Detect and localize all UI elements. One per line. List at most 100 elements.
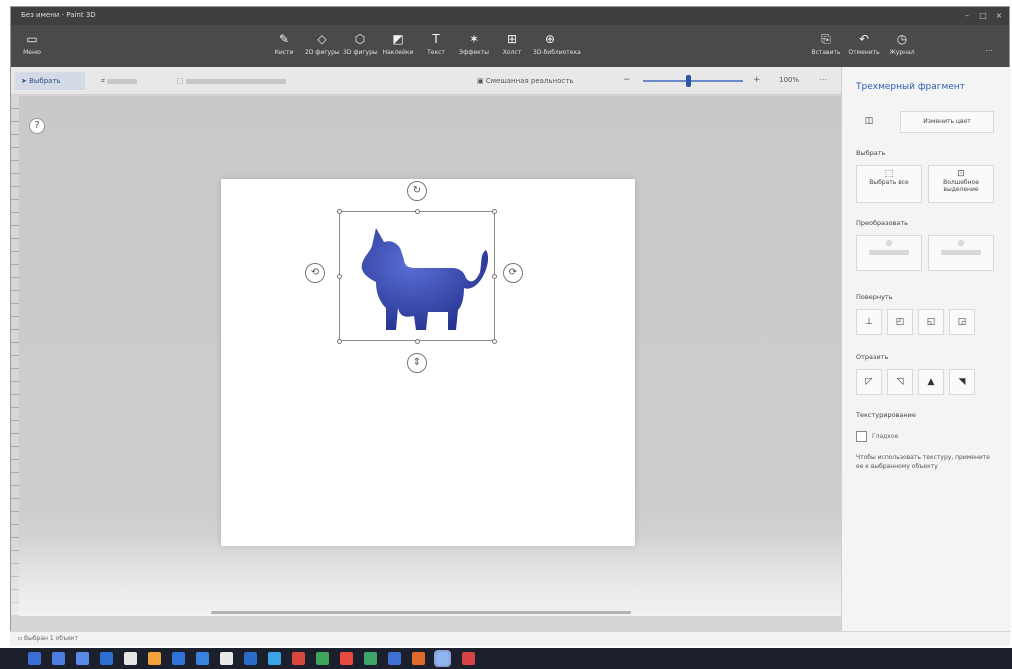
tool-label: Наклейки: [382, 49, 414, 56]
taskbar-app-icon[interactable]: [412, 652, 425, 665]
cat-3d-object[interactable]: [340, 212, 496, 342]
minimize-icon[interactable]: –: [961, 10, 973, 22]
rotate-z-icon[interactable]: ↻: [407, 181, 427, 201]
crop-button[interactable]: ⌗: [95, 72, 155, 90]
properties-panel: Трехмерный фрагмент ◫ Изменить цвет Выбр…: [841, 67, 1011, 637]
resize-handle[interactable]: [415, 339, 420, 344]
resize-handle[interactable]: [492, 209, 497, 214]
tool-label: Кисти: [274, 49, 294, 56]
rotate-right-icon[interactable]: ◰: [887, 309, 913, 335]
taskbar-app-icon[interactable]: [148, 652, 161, 665]
magic-select-panel-button[interactable]: ⊡ Волшебное выделение: [928, 165, 994, 203]
flip-vertical-icon[interactable]: ◹: [887, 369, 913, 395]
paste-button[interactable]: ⎘ Вставить: [809, 29, 843, 63]
taskbar-app-icon[interactable]: [196, 652, 209, 665]
tool-label: Эффекты: [459, 49, 489, 56]
resize-handle[interactable]: [337, 209, 342, 214]
brush-icon: ✎: [278, 32, 290, 46]
select-tool-button[interactable]: ➤ Выбрать: [15, 72, 85, 90]
tool-label: Холст: [502, 49, 522, 56]
taskbar-app-icon[interactable]: [388, 652, 401, 665]
search-icon[interactable]: [52, 652, 65, 665]
close-icon[interactable]: ×: [993, 10, 1005, 22]
taskbar-app-icon[interactable]: [220, 652, 233, 665]
taskbar-app-icon[interactable]: [316, 652, 329, 665]
taskbar: [0, 648, 1012, 669]
taskbar-app-icon[interactable]: [364, 652, 377, 665]
flip-horizontal-icon[interactable]: ◸: [856, 369, 882, 395]
rotate-up-icon[interactable]: ◱: [918, 309, 944, 335]
tool-shapes2d[interactable]: ◇ 2D фигуры: [305, 29, 340, 63]
rotate-y-icon[interactable]: ⟲: [305, 263, 325, 283]
taskbar-app-icon[interactable]: [268, 652, 281, 665]
history-button[interactable]: ◷ Журнал: [885, 29, 919, 63]
start-icon[interactable]: [28, 652, 41, 665]
task-view-icon[interactable]: [76, 652, 89, 665]
taskbar-app-icon[interactable]: [124, 652, 137, 665]
mixed-reality-label: Смешанная реальность: [485, 77, 574, 85]
selection-box[interactable]: [337, 209, 497, 344]
move-depth-icon[interactable]: ⇕: [407, 353, 427, 373]
taskbar-app-icon[interactable]: [244, 652, 257, 665]
magic-select-label: [185, 78, 286, 84]
tool-shapes3d[interactable]: ⬡ 3D фигуры: [343, 29, 378, 63]
help-icon[interactable]: ?: [29, 118, 45, 134]
magic-select-label: Волшебное выделение: [943, 179, 979, 193]
zoom-slider-thumb[interactable]: [686, 75, 691, 87]
zoom-value[interactable]: 100%: [779, 76, 799, 84]
tool-library[interactable]: ⊕ 3D-библиотека: [533, 29, 581, 63]
rotate-left-icon[interactable]: ⊥: [856, 309, 882, 335]
transform-button-1[interactable]: ⊕: [856, 235, 922, 271]
tool-label: Журнал: [889, 49, 915, 56]
canvas-area[interactable]: ?: [11, 96, 841, 616]
rotate-down-icon[interactable]: ◲: [949, 309, 975, 335]
taskbar-app-icon[interactable]: [462, 652, 475, 665]
status-text: Выбран 1 объект: [23, 635, 78, 642]
rotate-x-icon[interactable]: ⟳: [503, 263, 523, 283]
select-all-icon: ⬚: [884, 169, 894, 179]
flip-left-icon[interactable]: ▲: [918, 369, 944, 395]
paint3d-taskbar-icon[interactable]: [434, 650, 451, 667]
zoom-out-icon[interactable]: −: [623, 75, 631, 85]
mixed-reality-button[interactable]: ▣ Смешанная реальность: [471, 72, 599, 90]
select-label: Выбрать: [29, 77, 61, 85]
mixed-reality-icon: ▣: [477, 77, 486, 85]
tool-effects[interactable]: ✶ Эффекты: [457, 29, 491, 63]
tool-label: 3D-библиотека: [533, 49, 581, 56]
tool-canvas[interactable]: ⊞ Холст: [495, 29, 529, 63]
tool-text[interactable]: T Текст: [419, 29, 453, 63]
edit-color-button[interactable]: Изменить цвет: [900, 111, 994, 133]
select-all-button[interactable]: ⬚ Выбрать все: [856, 165, 922, 203]
horizontal-scrollbar[interactable]: [211, 611, 631, 614]
zoom-in-icon[interactable]: +: [753, 75, 761, 85]
undo-button[interactable]: ↶ Отменить: [847, 29, 881, 63]
cursor-icon: ➤: [21, 77, 30, 85]
resize-handle[interactable]: [492, 274, 497, 279]
magic-select-icon: ⬚: [177, 77, 186, 85]
ribbon-more-icon[interactable]: ⋯: [983, 45, 995, 57]
resize-handle[interactable]: [415, 209, 420, 214]
maximize-icon[interactable]: □: [977, 10, 989, 22]
zoom-slider[interactable]: [643, 80, 743, 82]
menu-button[interactable]: ▭ Меню: [15, 29, 49, 63]
magic-select-button[interactable]: ⬚: [171, 72, 311, 90]
more-options-icon[interactable]: ⋯: [819, 75, 827, 84]
title-bar: Без имени - Paint 3D – □ ×: [11, 7, 1009, 25]
taskbar-app-icon[interactable]: [340, 652, 353, 665]
transform-button-2[interactable]: ⊕: [928, 235, 994, 271]
resize-handle[interactable]: [337, 274, 342, 279]
tool-brushes[interactable]: ✎ Кисти: [267, 29, 301, 63]
smooth-checkbox[interactable]: [856, 431, 867, 442]
color-swatch-icon[interactable]: ◫: [856, 109, 882, 135]
flip-right-icon[interactable]: ◥: [949, 369, 975, 395]
resize-handle[interactable]: [337, 339, 342, 344]
taskbar-app-icon[interactable]: [292, 652, 305, 665]
window-title: Без имени - Paint 3D: [21, 11, 96, 19]
taskbar-app-icon[interactable]: [100, 652, 113, 665]
taskbar-app-icon[interactable]: [172, 652, 185, 665]
texturing-section-label: Текстурирование: [856, 411, 916, 419]
resize-handle[interactable]: [492, 339, 497, 344]
tool-stickers[interactable]: ◩ Наклейки: [381, 29, 415, 63]
tool-label: Текст: [427, 49, 445, 56]
folder-icon: ▭: [26, 32, 38, 46]
